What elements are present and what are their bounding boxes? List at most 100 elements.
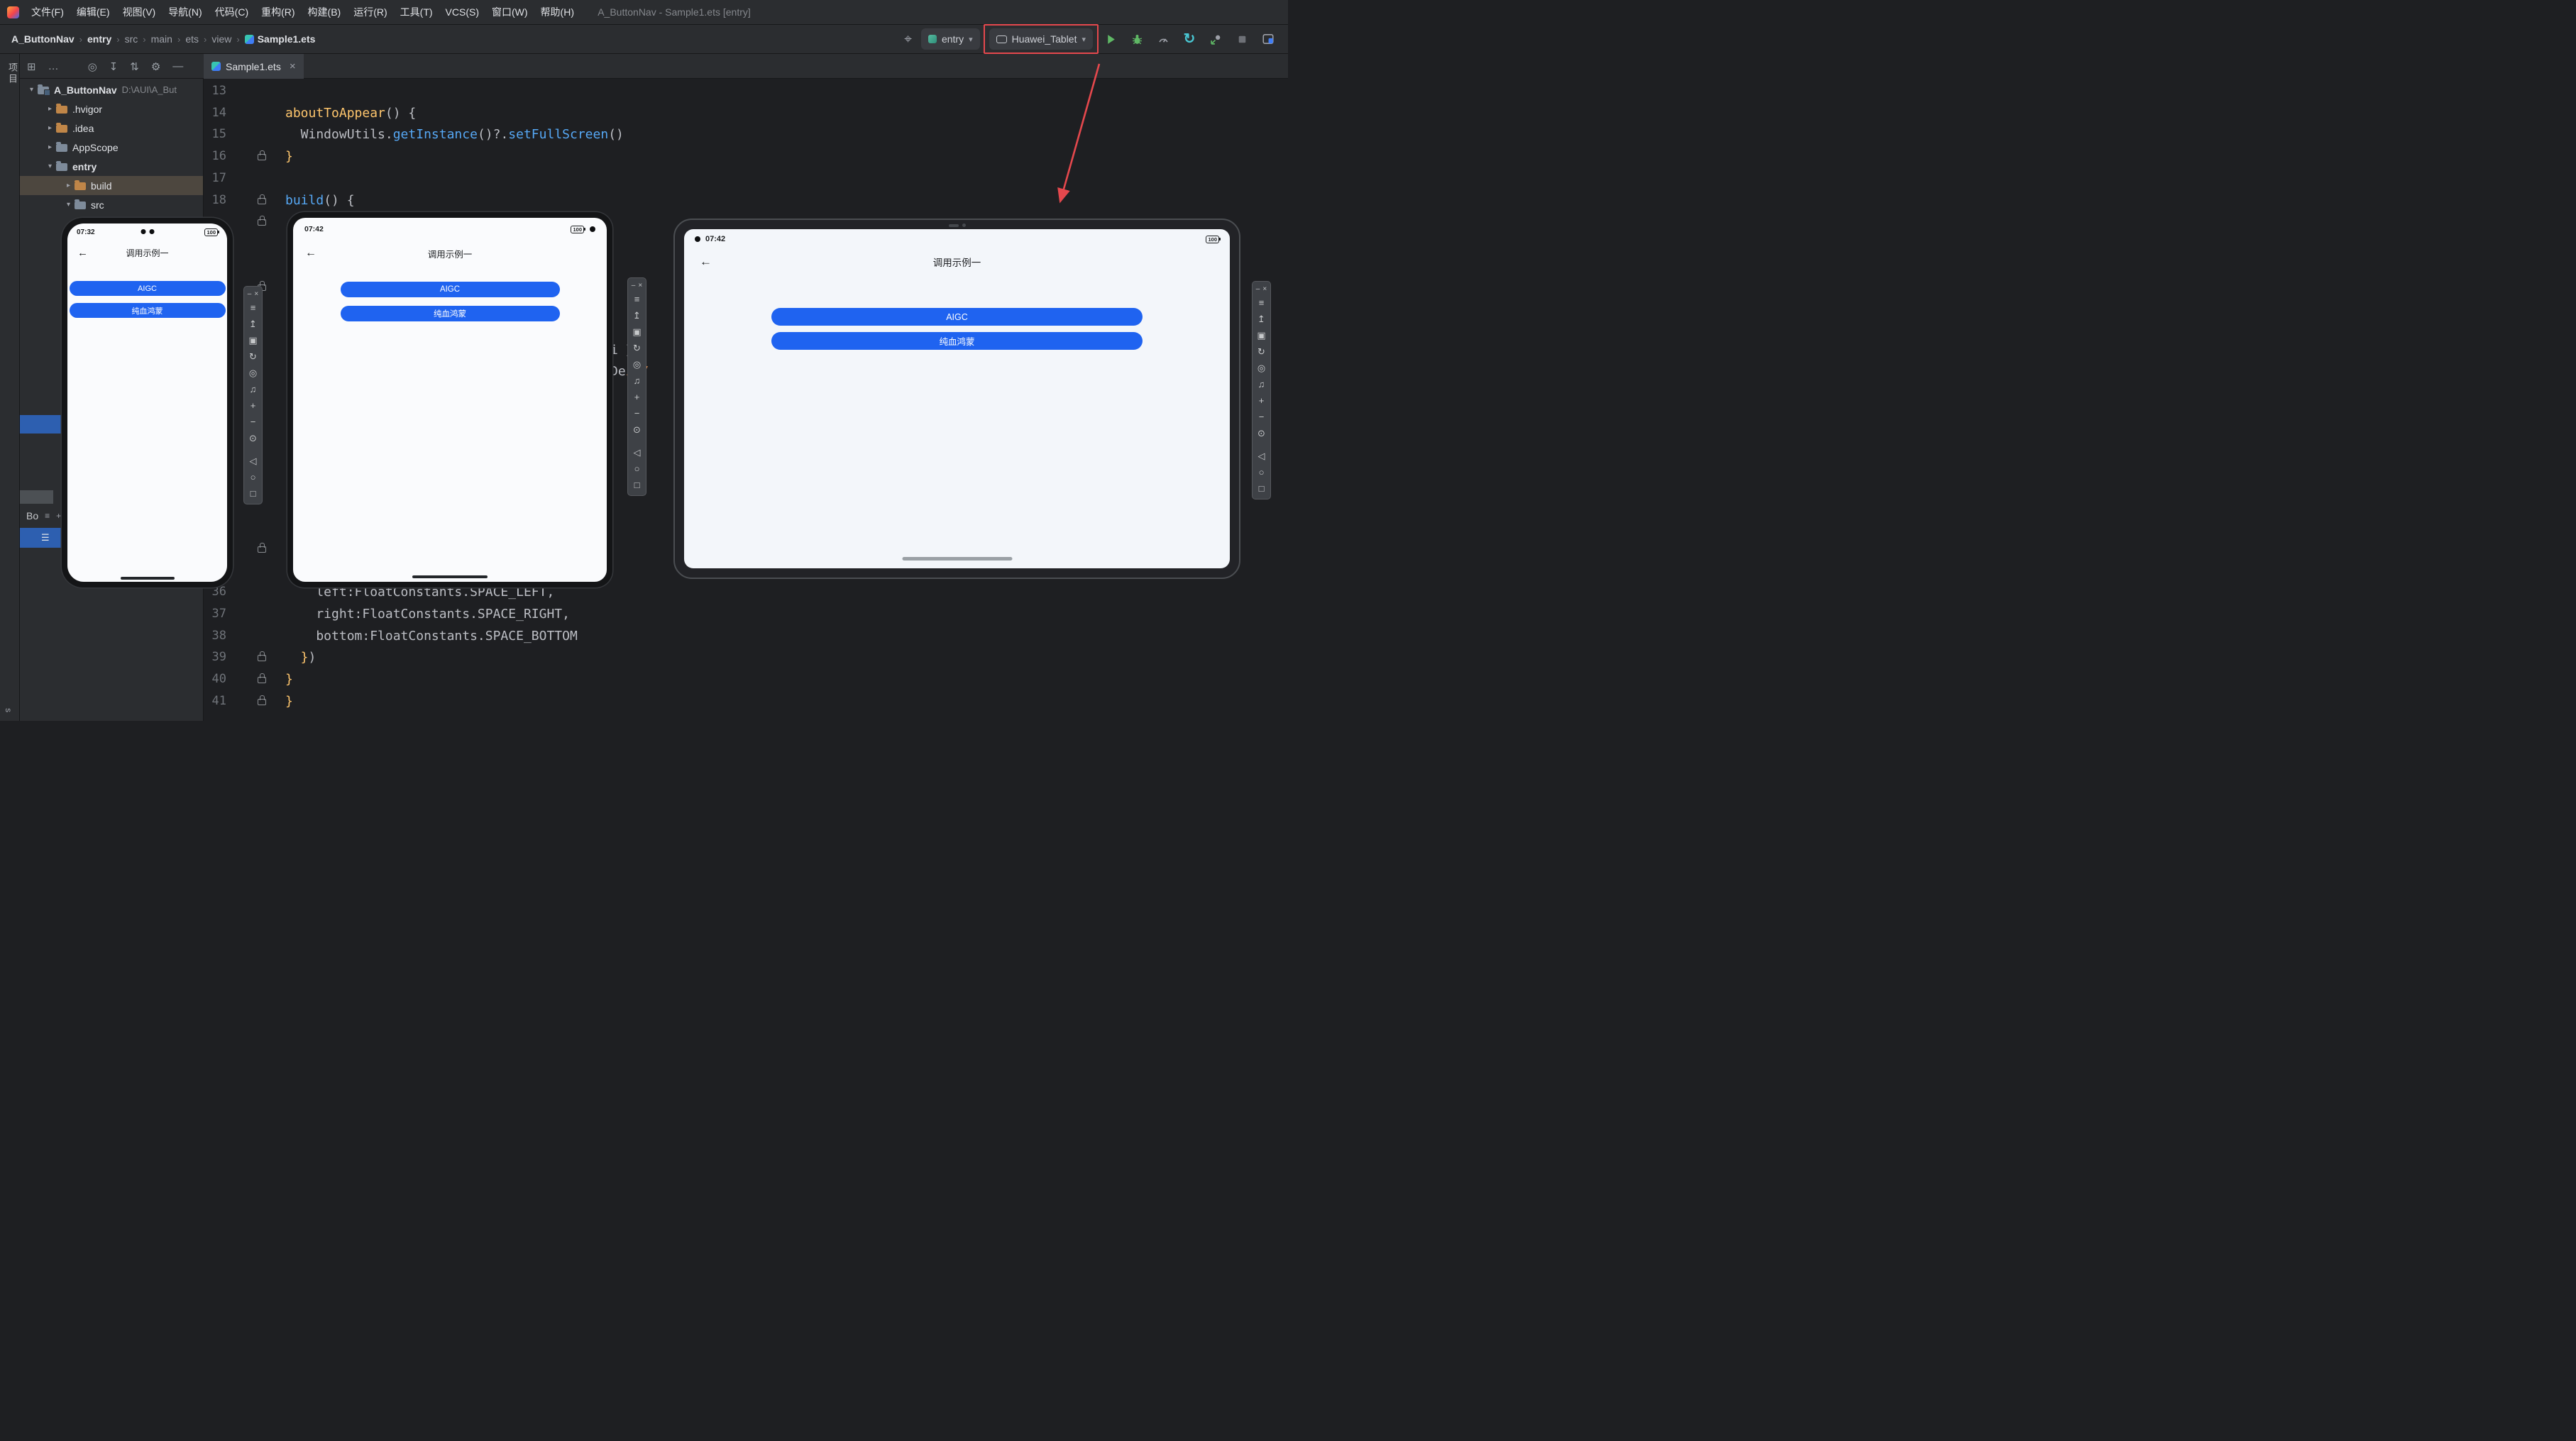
close-icon[interactable]: × bbox=[1262, 285, 1267, 293]
scroll-top-icon[interactable]: ↥ bbox=[1253, 311, 1270, 327]
settings-gear-icon[interactable]: ⚙ bbox=[151, 60, 160, 73]
tree-item--idea[interactable]: ▸.idea bbox=[20, 118, 203, 138]
screenshot-icon[interactable]: ▣ bbox=[244, 332, 262, 348]
rotate-icon[interactable]: ↻ bbox=[628, 340, 646, 356]
breadcrumb-item-view[interactable]: view bbox=[211, 33, 231, 45]
editor-tab-sample1[interactable]: Sample1.ets × bbox=[204, 54, 304, 79]
stop-button[interactable] bbox=[1233, 31, 1250, 48]
volume-up-icon[interactable]: + bbox=[1253, 392, 1270, 409]
recents-nav-icon[interactable]: □ bbox=[244, 485, 262, 502]
volume-down-icon[interactable]: − bbox=[244, 414, 262, 430]
tool-stripe-project-label[interactable]: 项目 bbox=[0, 62, 19, 85]
volume-up-icon[interactable]: + bbox=[244, 397, 262, 414]
tree-item-build[interactable]: ▸build bbox=[20, 176, 203, 195]
aigc-button[interactable]: AIGC bbox=[341, 282, 560, 297]
menu-item-9[interactable]: VCS(S) bbox=[439, 4, 485, 21]
volume-down-icon[interactable]: − bbox=[628, 405, 646, 421]
screenshot-icon[interactable]: ▣ bbox=[628, 324, 646, 340]
chevron-icon[interactable]: ▾ bbox=[62, 201, 75, 209]
menu-item-5[interactable]: 重构(R) bbox=[255, 2, 301, 22]
power-icon[interactable]: ⊙ bbox=[1253, 425, 1270, 441]
menu-item-4[interactable]: 代码(C) bbox=[209, 2, 255, 22]
locate-target-icon[interactable]: ⌖ bbox=[904, 33, 912, 46]
aigc-button[interactable]: AIGC bbox=[70, 281, 226, 296]
menu-item-3[interactable]: 导航(N) bbox=[162, 2, 208, 22]
chevron-icon[interactable]: ▸ bbox=[62, 182, 75, 189]
back-nav-icon[interactable]: ◁ bbox=[1253, 448, 1270, 464]
menu-item-1[interactable]: 编辑(E) bbox=[70, 2, 116, 22]
volume-down-icon[interactable]: − bbox=[1253, 409, 1270, 425]
inactive-row-highlight[interactable] bbox=[20, 490, 53, 504]
menu-item-7[interactable]: 运行(R) bbox=[347, 2, 393, 22]
chevron-icon[interactable]: ▾ bbox=[26, 86, 38, 94]
scroll-top-icon[interactable]: ↥ bbox=[244, 316, 262, 332]
tool-stripe-bottom-label[interactable]: s bbox=[4, 708, 13, 712]
harmony-button[interactable]: 纯血鸿蒙 bbox=[771, 332, 1143, 350]
breadcrumb-item-main[interactable]: main bbox=[151, 33, 172, 45]
add-icon[interactable]: + bbox=[56, 511, 61, 521]
breadcrumb-item-ets[interactable]: ets bbox=[185, 33, 199, 45]
tree-item-appscope[interactable]: ▸AppScope bbox=[20, 138, 203, 157]
location-icon[interactable]: ◎ bbox=[1253, 360, 1270, 376]
filter-icon[interactable]: ≡ bbox=[45, 511, 50, 521]
menu-item-0[interactable]: 文件(F) bbox=[25, 2, 70, 22]
home-nav-icon[interactable]: ○ bbox=[244, 469, 262, 485]
debug-button[interactable] bbox=[1128, 31, 1145, 48]
minimize-icon[interactable]: – bbox=[1256, 285, 1260, 293]
recents-nav-icon[interactable]: □ bbox=[628, 477, 646, 493]
back-nav-icon[interactable]: ◁ bbox=[244, 453, 262, 469]
tree-item-entry[interactable]: ▾entry bbox=[20, 157, 203, 176]
menu-item-10[interactable]: 窗口(W) bbox=[485, 2, 534, 22]
chevron-icon[interactable]: ▸ bbox=[44, 124, 56, 132]
minimize-icon[interactable]: – bbox=[632, 282, 636, 289]
tree-item--hvigor[interactable]: ▸.hvigor bbox=[20, 99, 203, 118]
home-nav-icon[interactable]: ○ bbox=[1253, 464, 1270, 480]
close-icon[interactable]: × bbox=[638, 282, 642, 289]
profiler-button[interactable] bbox=[1155, 31, 1172, 48]
aigc-button[interactable]: AIGC bbox=[771, 308, 1143, 326]
tab-close-icon[interactable]: × bbox=[290, 60, 296, 72]
audio-icon[interactable]: ♫ bbox=[1253, 376, 1270, 392]
module-selector[interactable]: entry ▾ bbox=[921, 28, 980, 50]
menu-icon[interactable]: ≡ bbox=[628, 291, 646, 307]
breadcrumb-item-a-buttonnav[interactable]: A_ButtonNav bbox=[11, 33, 75, 45]
power-icon[interactable]: ⊙ bbox=[244, 430, 262, 446]
menu-icon[interactable]: ≡ bbox=[244, 299, 262, 316]
minimize-icon[interactable]: – bbox=[248, 290, 252, 298]
hide-panel-icon[interactable]: — bbox=[172, 60, 183, 72]
menu-item-2[interactable]: 视图(V) bbox=[116, 2, 163, 22]
recents-nav-icon[interactable]: □ bbox=[1253, 480, 1270, 497]
location-icon[interactable]: ◎ bbox=[244, 365, 262, 381]
device-selector[interactable]: Huawei_Tablet ▾ bbox=[989, 28, 1093, 50]
breadcrumb-item-sample1-ets[interactable]: Sample1.ets bbox=[245, 33, 316, 45]
back-arrow-icon[interactable]: ← bbox=[700, 255, 712, 269]
power-icon[interactable]: ⊙ bbox=[628, 421, 646, 438]
breadcrumb-item-entry[interactable]: entry bbox=[87, 33, 111, 45]
menu-item-8[interactable]: 工具(T) bbox=[394, 2, 439, 22]
attach-debugger-button[interactable] bbox=[1207, 31, 1224, 48]
run-button[interactable] bbox=[1102, 31, 1119, 48]
harmony-button[interactable]: 纯血鸿蒙 bbox=[70, 303, 226, 318]
screenshot-icon[interactable]: ▣ bbox=[1253, 327, 1270, 343]
menu-item-11[interactable]: 帮助(H) bbox=[534, 2, 580, 22]
breadcrumb-item-src[interactable]: src bbox=[125, 33, 138, 45]
location-icon[interactable]: ◎ bbox=[628, 356, 646, 372]
audio-icon[interactable]: ♫ bbox=[244, 381, 262, 397]
rotate-icon[interactable]: ↻ bbox=[1253, 343, 1270, 360]
chevron-icon[interactable]: ▸ bbox=[44, 143, 56, 151]
scroll-top-icon[interactable]: ↥ bbox=[628, 307, 646, 324]
back-nav-icon[interactable]: ◁ bbox=[628, 444, 646, 460]
harmony-button[interactable]: 纯血鸿蒙 bbox=[341, 306, 560, 321]
locate-file-icon[interactable]: ◎ bbox=[88, 60, 97, 73]
back-arrow-icon[interactable]: ← bbox=[305, 247, 317, 260]
chevron-icon[interactable]: ▸ bbox=[44, 105, 56, 113]
expand-collapse-icon[interactable]: ⇅ bbox=[130, 60, 139, 73]
chevron-icon[interactable]: ▾ bbox=[44, 162, 56, 170]
close-icon[interactable]: × bbox=[254, 290, 258, 298]
home-nav-icon[interactable]: ○ bbox=[628, 460, 646, 477]
collapse-all-icon[interactable]: ↧ bbox=[109, 60, 119, 73]
bookmark-row[interactable]: Bo ≡ + bbox=[20, 507, 61, 524]
rotate-icon[interactable]: ↻ bbox=[244, 348, 262, 365]
tree-item-a-buttonnav[interactable]: ▾A_ButtonNavD:\AUI\A_But bbox=[20, 80, 203, 99]
tree-item-src[interactable]: ▾src bbox=[20, 195, 203, 214]
